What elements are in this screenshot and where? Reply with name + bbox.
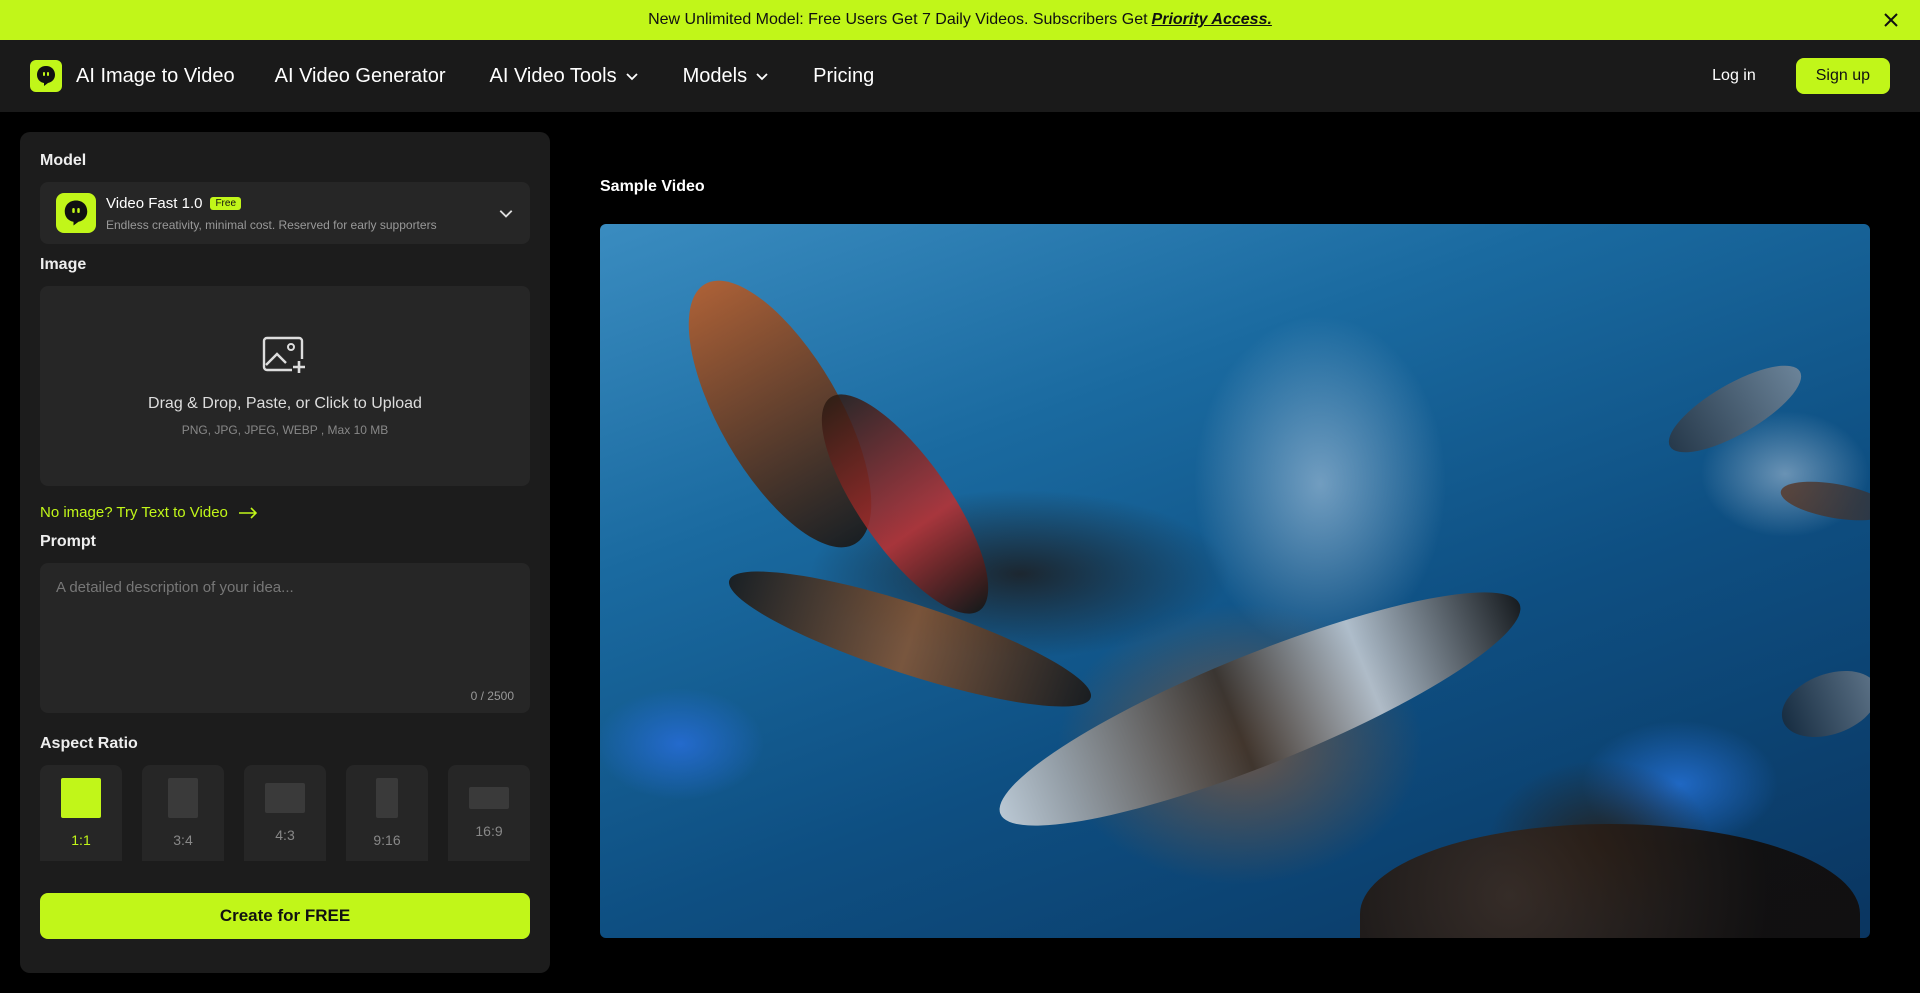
signup-button[interactable]: Sign up <box>1795 58 1890 94</box>
character-counter: 0 / 2500 <box>470 689 514 703</box>
ratio-label: 9:16 <box>373 832 401 848</box>
ratio-label: 16:9 <box>475 823 503 839</box>
close-icon[interactable] <box>1880 9 1902 31</box>
model-description: Endless creativity, minimal cost. Reserv… <box>106 217 437 232</box>
model-logo-icon <box>56 193 96 233</box>
ratio-label: 1:1 <box>71 832 91 848</box>
ratio-shape-icon <box>469 787 509 809</box>
chevron-down-icon <box>499 210 513 218</box>
sample-video-label: Sample Video <box>600 178 705 195</box>
nav-pricing[interactable]: Pricing <box>813 65 874 88</box>
fish-shape <box>1657 349 1813 469</box>
nav-item-label: AI Video Generator <box>274 64 446 87</box>
nav-models[interactable]: Models <box>683 65 769 88</box>
aspect-ratio-options: 1:1 3:4 4:3 9:16 16:9 <box>40 765 530 861</box>
aspect-ratio-4-3[interactable]: 4:3 <box>244 765 326 861</box>
prompt-field-container: 0 / 2500 <box>40 563 530 713</box>
nav-ai-video-tools[interactable]: AI Video Tools <box>489 65 638 88</box>
sample-video[interactable] <box>600 224 1870 938</box>
model-label: Model <box>40 152 87 169</box>
fish-shape <box>1772 658 1870 750</box>
prompt-label: Prompt <box>40 533 96 550</box>
ratio-shape-icon <box>265 783 305 813</box>
top-nav: AI Image to Video AI Video Generator AI … <box>0 40 1920 112</box>
ratio-label: 3:4 <box>173 832 193 848</box>
announcement-text: New Unlimited Model: Free Users Get 7 Da… <box>648 11 1148 28</box>
nav-item-label: Models <box>682 64 748 87</box>
try-text-to-video-link[interactable]: No image? Try Text to Video <box>40 504 530 521</box>
aspect-ratio-9-16[interactable]: 9:16 <box>346 765 428 861</box>
prompt-input[interactable] <box>40 563 530 713</box>
ratio-shape-icon <box>376 778 398 818</box>
arrow-right-icon <box>238 506 258 519</box>
chevron-down-icon <box>625 73 638 81</box>
create-button[interactable]: Create for FREE <box>40 893 530 939</box>
priority-access-link[interactable]: Priority Access. <box>1152 11 1272 29</box>
aspect-ratio-1-1[interactable]: 1:1 <box>40 765 122 861</box>
nav-ai-video-generator[interactable]: AI Video Generator <box>275 65 446 88</box>
image-label: Image <box>40 256 87 273</box>
announcement-bar: New Unlimited Model: Free Users Get 7 Da… <box>0 0 1920 40</box>
ratio-shape-icon <box>168 778 198 818</box>
logo-icon[interactable] <box>30 60 62 92</box>
aspect-ratio-3-4[interactable]: 3:4 <box>142 765 224 861</box>
try-link-label: No image? Try Text to Video <box>40 504 228 521</box>
fish-shape <box>1777 474 1870 528</box>
image-upload-dropzone[interactable]: Drag & Drop, Paste, or Click to Upload P… <box>40 286 530 486</box>
brand-name[interactable]: AI Image to Video <box>76 65 235 88</box>
free-badge: Free <box>210 196 242 210</box>
chevron-down-icon <box>756 73 768 81</box>
fish-shape <box>979 553 1541 865</box>
add-image-icon <box>262 336 306 373</box>
generator-panel: Model Video Fast 1.0 Free Endless creati… <box>20 132 550 973</box>
login-button[interactable]: Log in <box>1712 67 1756 85</box>
ratio-label: 4:3 <box>275 827 295 843</box>
model-select[interactable]: Video Fast 1.0 Free Endless creativity, … <box>40 182 530 244</box>
upload-title: Drag & Drop, Paste, or Click to Upload <box>148 395 422 412</box>
nav-item-label: Pricing <box>813 64 875 87</box>
aspect-ratio-label: Aspect Ratio <box>40 735 138 752</box>
upload-formats: PNG, JPG, JPEG, WEBP , Max 10 MB <box>181 423 389 437</box>
reef-shape <box>1360 824 1860 938</box>
aspect-ratio-16-9[interactable]: 16:9 <box>448 765 530 861</box>
nav-item-label: AI Video Tools <box>489 64 617 87</box>
ratio-shape-icon <box>61 778 101 818</box>
model-name: Video Fast 1.0 <box>106 194 203 212</box>
